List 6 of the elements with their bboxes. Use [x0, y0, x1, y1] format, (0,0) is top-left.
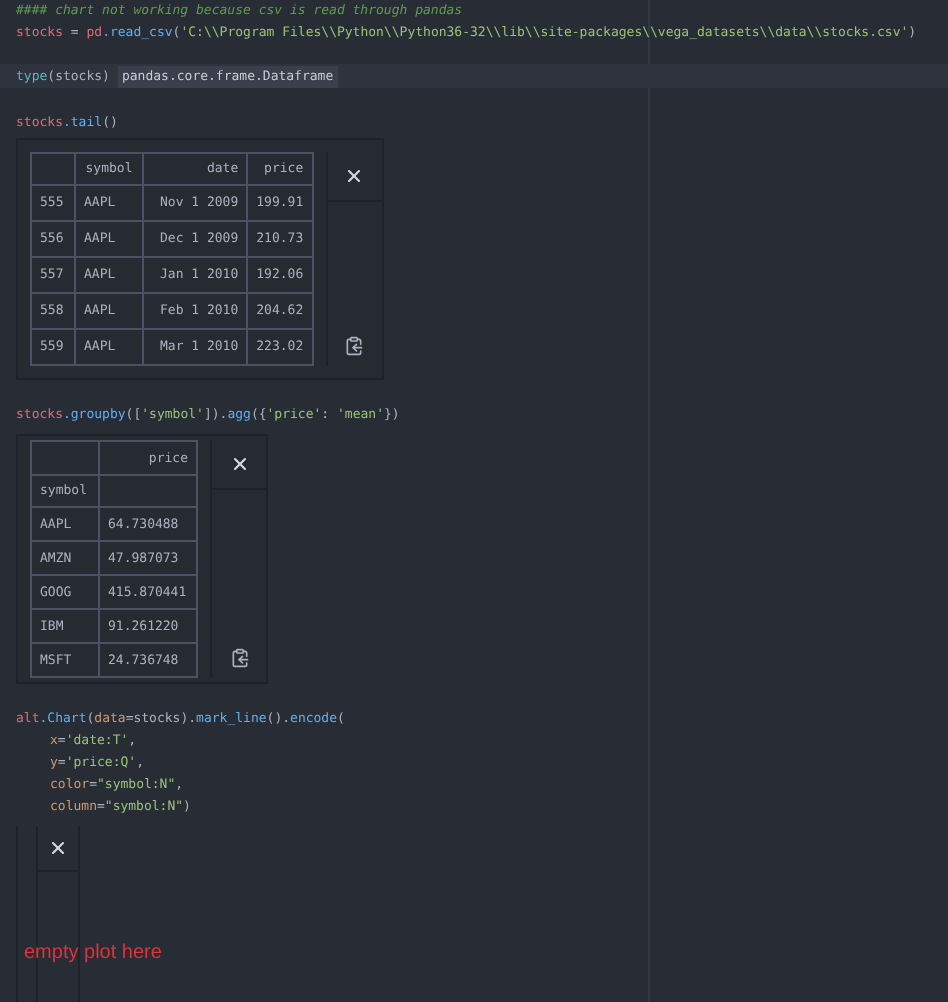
annotation-text: empty plot here — [24, 940, 162, 968]
clipboard-icon — [344, 336, 365, 356]
clipboard-icon — [229, 648, 249, 668]
close-icon — [344, 166, 365, 186]
close-icon — [48, 838, 68, 858]
close-icon — [229, 454, 249, 474]
